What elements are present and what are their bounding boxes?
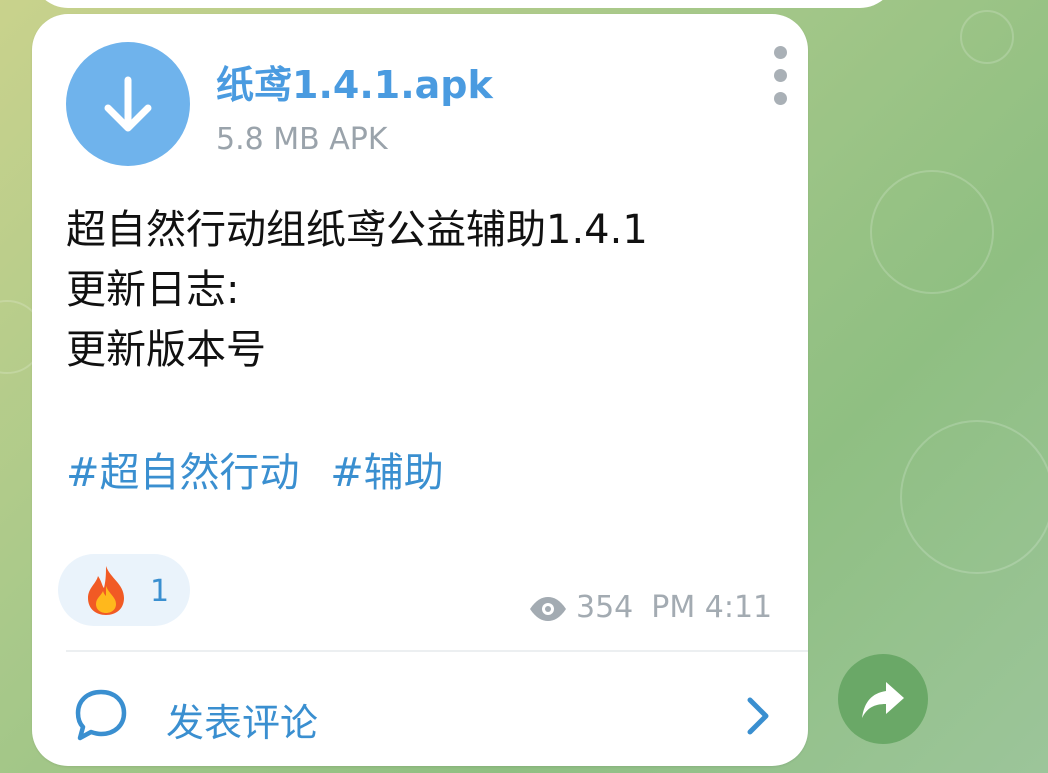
view-count: 354 bbox=[576, 590, 634, 625]
message-time: PM 4:11 bbox=[651, 590, 773, 625]
download-arrow-icon bbox=[104, 76, 152, 132]
chevron-right-icon bbox=[747, 697, 769, 735]
comment-bubble-icon bbox=[75, 689, 127, 741]
divider bbox=[66, 650, 808, 652]
hashtag-link[interactable]: #超自然行动 bbox=[66, 450, 300, 496]
file-download-button[interactable] bbox=[66, 42, 190, 166]
file-name[interactable]: 纸鸢1.4.1.apk bbox=[216, 54, 493, 109]
reaction-chip[interactable]: 1 bbox=[58, 554, 190, 626]
eye-icon bbox=[530, 596, 566, 621]
file-size: 5.8 MB APK bbox=[216, 122, 388, 157]
hashtag-link[interactable]: #辅助 bbox=[330, 450, 444, 496]
hashtag-row: #超自然行动 #辅助 bbox=[66, 440, 462, 498]
previous-message-bubble bbox=[32, 0, 896, 8]
fire-emoji-icon bbox=[88, 566, 124, 615]
comments-button[interactable]: 发表评论 bbox=[32, 654, 808, 764]
message-meta: 354 PM 4:11 bbox=[528, 590, 772, 625]
reaction-count: 1 bbox=[150, 574, 170, 609]
message-bubble[interactable]: 纸鸢1.4.1.apk 5.8 MB APK 超自然行动组纸鸢公益辅助1.4.1… bbox=[32, 14, 808, 766]
more-options-icon[interactable] bbox=[770, 46, 790, 106]
comments-label: 发表评论 bbox=[166, 701, 319, 745]
share-arrow-icon bbox=[862, 682, 904, 718]
message-text: 超自然行动组纸鸢公益辅助1.4.1 更新日志: 更新版本号 bbox=[66, 207, 648, 373]
share-button[interactable] bbox=[838, 654, 928, 744]
